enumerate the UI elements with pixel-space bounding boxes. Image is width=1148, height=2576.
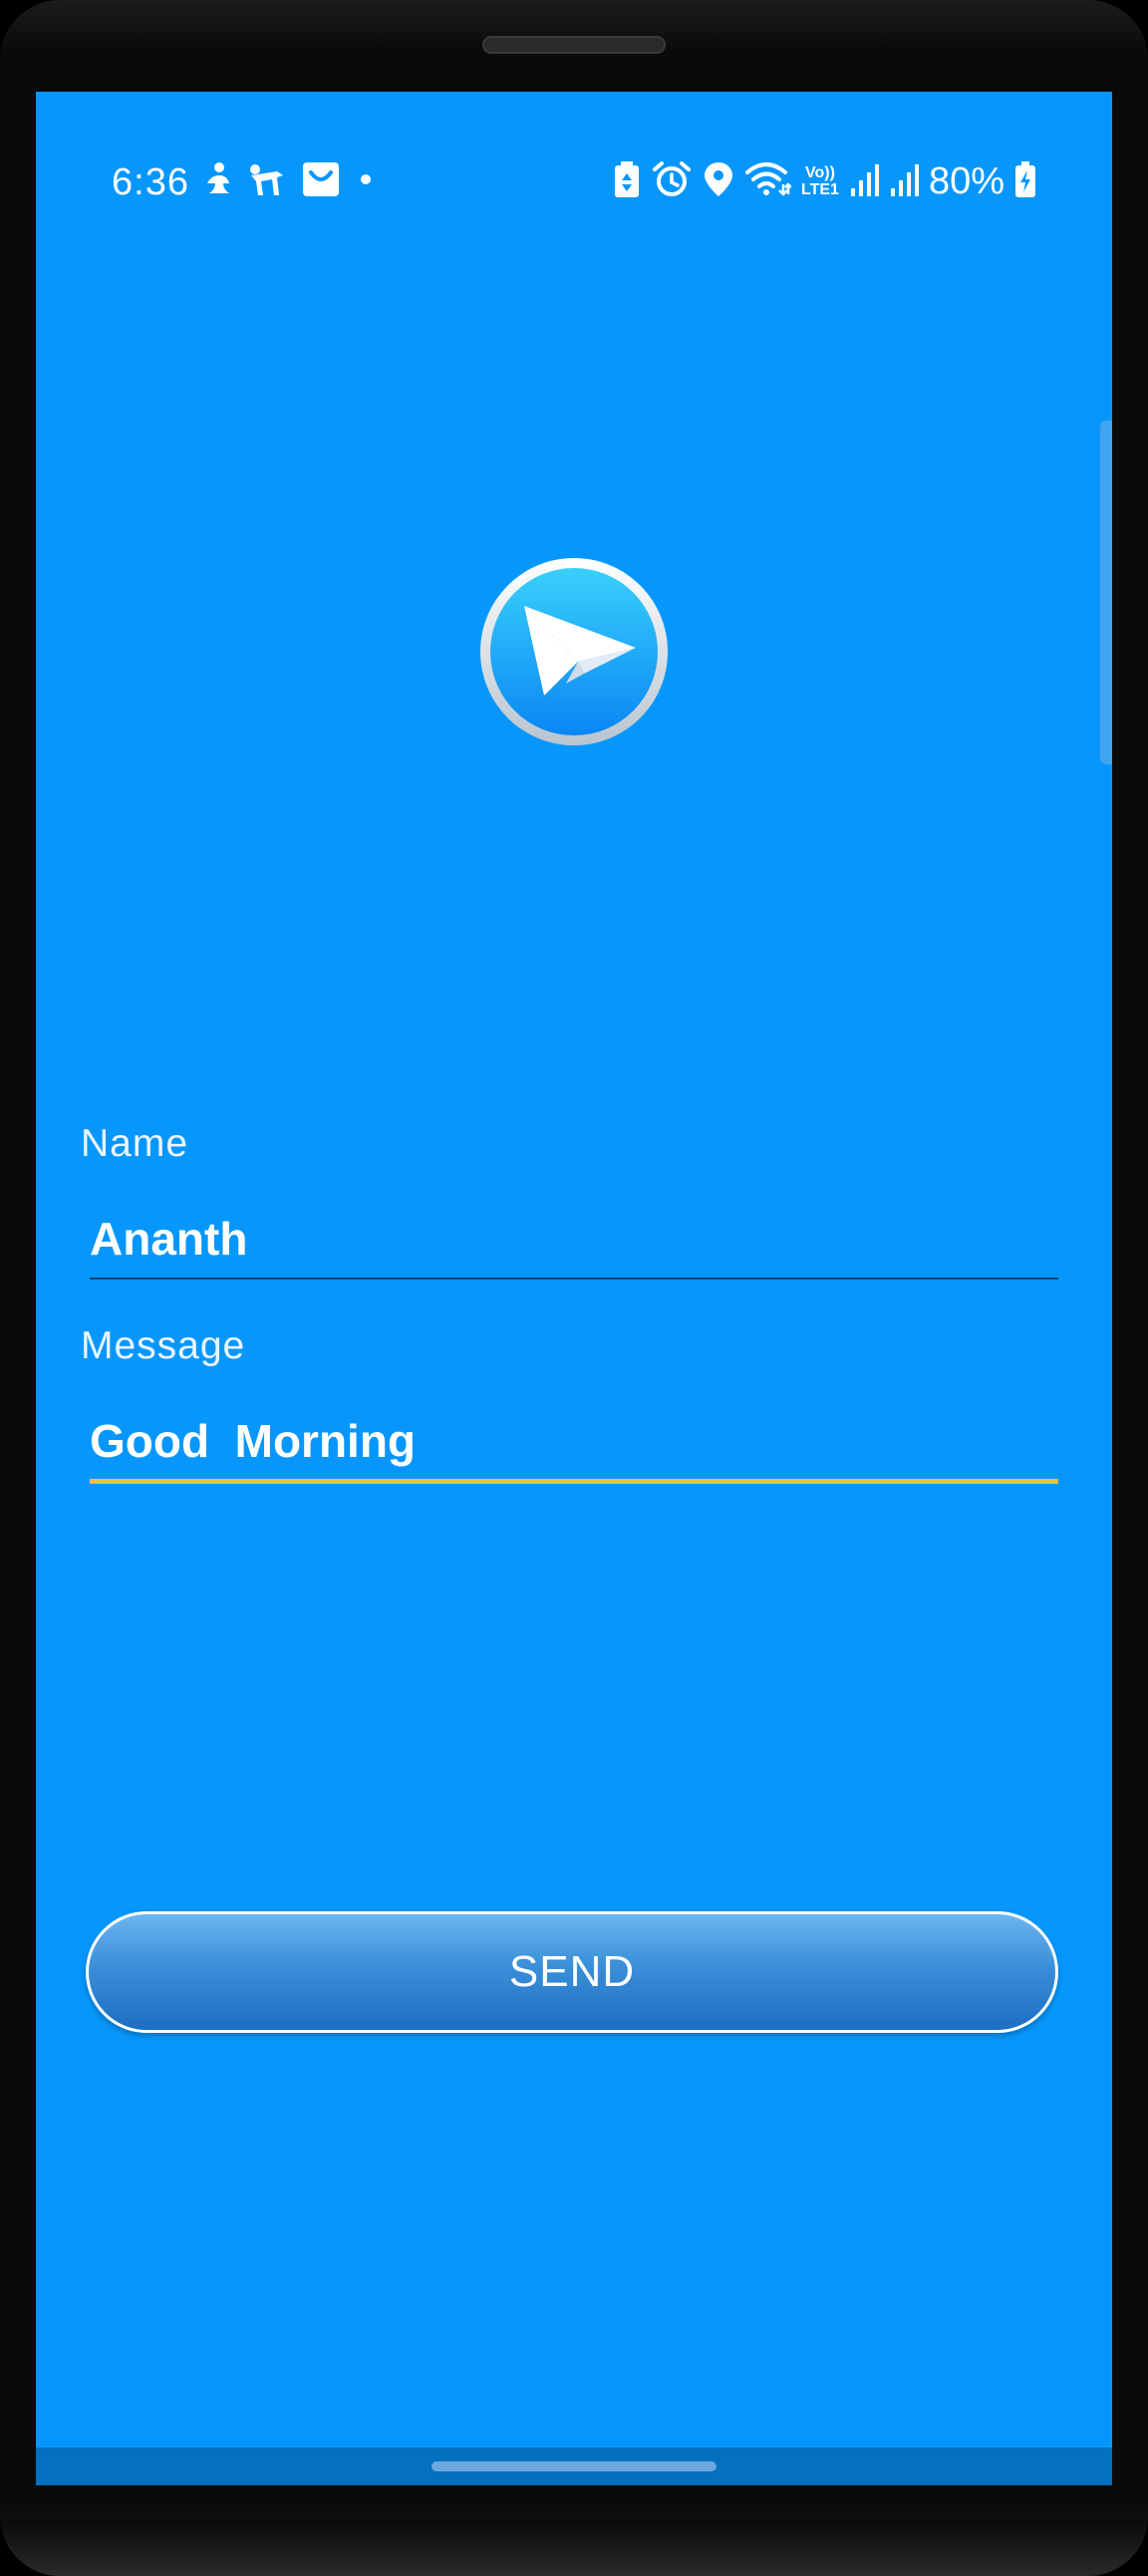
battery-charging-icon xyxy=(1014,160,1036,203)
scroll-indicator xyxy=(1100,421,1112,764)
signal-icon xyxy=(849,160,879,203)
volte-indicator: Vo)) LTE1 xyxy=(801,164,839,198)
phone-device-frame: 6:36 Vo)) LTE1 80% Name Ananth Message G… xyxy=(0,0,1148,2576)
name-input-underline xyxy=(90,1278,1058,1280)
bottom-bezel xyxy=(0,2519,1148,2576)
message-label: Message xyxy=(81,1324,246,1367)
navigation-bar xyxy=(36,2447,1112,2485)
status-left-icons xyxy=(203,159,377,203)
notification-dot-icon xyxy=(355,161,377,202)
message-input-focus-underline xyxy=(90,1479,1058,1484)
alarm-icon xyxy=(652,160,692,203)
status-time: 6:36 xyxy=(112,161,189,203)
send-button[interactable]: SEND xyxy=(86,1911,1058,2033)
name-input[interactable]: Ananth xyxy=(90,1204,1058,1278)
home-gesture-handle[interactable] xyxy=(431,2461,717,2471)
lte-label: LTE1 xyxy=(801,181,839,198)
send-button-label: SEND xyxy=(508,1947,636,1996)
location-icon xyxy=(702,160,735,203)
app-logo xyxy=(478,556,670,747)
signal-icon xyxy=(889,160,919,203)
accessibility-icon xyxy=(203,161,233,202)
shopping-bag-icon xyxy=(301,160,341,203)
yoga-icon xyxy=(247,161,287,202)
battery-saver-icon xyxy=(612,160,642,203)
battery-percentage: 80% xyxy=(928,159,1004,202)
wifi-icon xyxy=(745,160,792,203)
earpiece-speaker xyxy=(482,36,666,54)
volte-label: Vo)) xyxy=(805,164,835,181)
name-label: Name xyxy=(81,1122,189,1165)
status-bar: 6:36 Vo)) LTE1 80% xyxy=(36,128,1112,207)
app-screen: 6:36 Vo)) LTE1 80% Name Ananth Message G… xyxy=(36,92,1112,2485)
status-right-icons: Vo)) LTE1 80% xyxy=(612,159,1036,203)
message-input[interactable]: Good Morning xyxy=(90,1406,1058,1480)
